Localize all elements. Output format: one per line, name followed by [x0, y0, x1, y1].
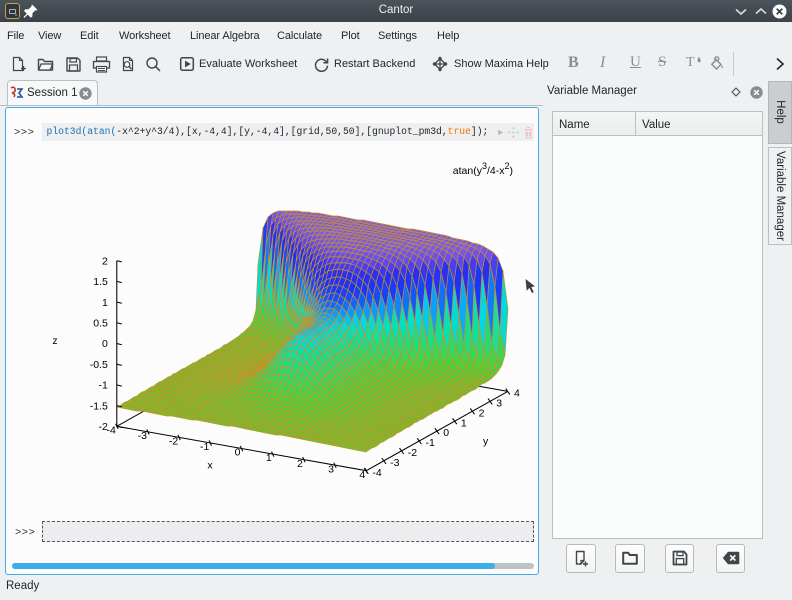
svg-text:3: 3 — [496, 398, 502, 410]
svg-text:-4: -4 — [372, 467, 381, 479]
svg-text:4: 4 — [359, 469, 365, 481]
svg-text:-3: -3 — [390, 457, 399, 469]
svg-text:0: 0 — [443, 427, 449, 439]
svg-text:0: 0 — [235, 447, 241, 459]
svg-text:2: 2 — [102, 255, 108, 267]
svg-text:1: 1 — [266, 452, 272, 464]
svg-text:y: y — [483, 436, 489, 448]
svg-text:-2: -2 — [98, 421, 107, 433]
svg-text:2: 2 — [297, 458, 303, 470]
svg-text:atan(y3/4-x2): atan(y3/4-x2) — [453, 161, 513, 177]
svg-text:4: 4 — [514, 388, 520, 400]
svg-text:0: 0 — [102, 338, 108, 350]
svg-text:-2: -2 — [408, 447, 417, 459]
svg-text:z: z — [52, 335, 57, 347]
svg-text:-1: -1 — [200, 441, 209, 453]
svg-text:1.5: 1.5 — [93, 276, 108, 288]
svg-text:1: 1 — [461, 417, 467, 429]
svg-text:-1.5: -1.5 — [90, 400, 108, 412]
svg-text:0.5: 0.5 — [93, 318, 108, 330]
svg-text:-1: -1 — [426, 437, 435, 449]
svg-text:-2: -2 — [169, 436, 178, 448]
svg-text:-1: -1 — [98, 380, 107, 392]
svg-text:-4: -4 — [106, 425, 115, 437]
svg-text:2: 2 — [479, 407, 485, 419]
svg-text:x: x — [207, 460, 213, 472]
svg-text:1: 1 — [102, 297, 108, 309]
svg-text:-3: -3 — [138, 430, 147, 442]
svg-text:3: 3 — [328, 463, 334, 475]
svg-text:-0.5: -0.5 — [90, 359, 108, 371]
